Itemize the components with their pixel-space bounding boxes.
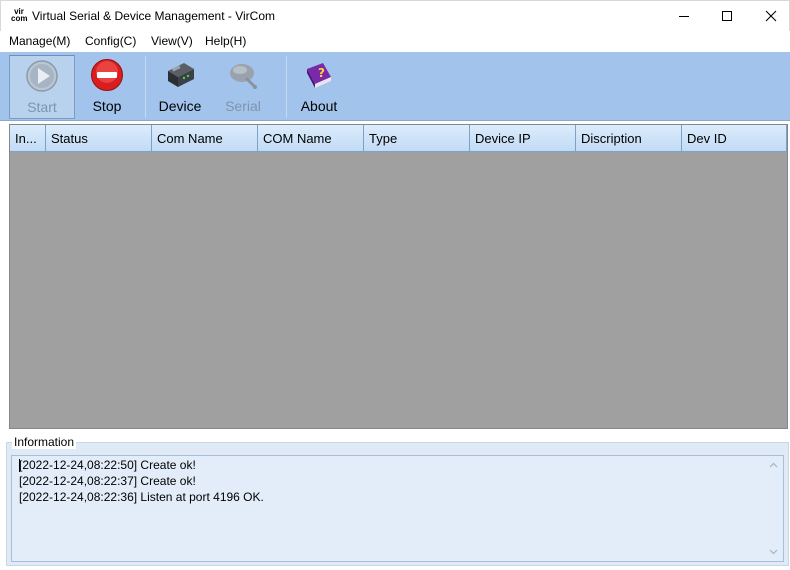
log-line: [2022-12-24,08:22:36] Listen at port 419… — [19, 490, 264, 504]
stop-label: Stop — [92, 98, 122, 114]
device-icon — [168, 63, 194, 87]
about-button[interactable]: ? About — [288, 55, 350, 119]
log-line: [2022-12-24,08:22:37] Create ok! — [19, 474, 196, 488]
toolbar: Start Stop Device Serial ? About — [0, 51, 790, 121]
toolbar-separator — [145, 56, 146, 118]
serial-button[interactable]: Serial — [212, 55, 274, 119]
window-title: Virtual Serial & Device Management - Vir… — [32, 9, 275, 23]
start-label: Start — [27, 99, 57, 115]
device-list[interactable]: In... Status Com Name COM Name Type Devi… — [9, 124, 788, 429]
menu-config[interactable]: Config(C) — [84, 33, 137, 49]
device-label: Device — [158, 98, 202, 114]
minimize-icon — [679, 16, 689, 17]
title-bar: vir com Virtual Serial & Device Managemen… — [0, 0, 790, 31]
column-description[interactable]: Discription — [576, 125, 682, 152]
play-icon — [26, 60, 58, 92]
scroll-up-icon[interactable] — [768, 460, 779, 471]
column-status[interactable]: Status — [46, 125, 152, 152]
about-book-icon: ? — [307, 63, 331, 88]
app-logo: vir com — [11, 7, 28, 23]
information-log[interactable]: [2022-12-24,08:22:50] Create ok! [2022-1… — [11, 455, 784, 562]
information-label: Information — [12, 435, 77, 449]
column-com-name-2[interactable]: COM Name — [258, 125, 364, 152]
serial-icon — [230, 64, 257, 89]
stop-button[interactable]: Stop — [76, 55, 138, 119]
menu-view[interactable]: View(V) — [150, 33, 194, 49]
maximize-icon — [722, 11, 732, 21]
about-label: About — [300, 98, 338, 114]
serial-label: Serial — [225, 98, 261, 114]
menu-help[interactable]: Help(H) — [204, 33, 247, 49]
table-header: In... Status Com Name COM Name Type Devi… — [10, 125, 787, 152]
scroll-down-icon[interactable] — [768, 546, 779, 557]
stop-icon — [91, 59, 123, 91]
svg-text:?: ? — [318, 66, 325, 80]
close-button[interactable] — [748, 1, 790, 31]
device-button[interactable]: Device — [149, 55, 211, 119]
toolbar-separator — [286, 56, 287, 118]
column-dev-id[interactable]: Dev ID — [682, 125, 787, 152]
close-icon — [765, 10, 777, 22]
column-device-ip[interactable]: Device IP — [470, 125, 576, 152]
log-scrollbar[interactable] — [765, 457, 782, 560]
log-line: [2022-12-24,08:22:50] Create ok! — [19, 458, 196, 472]
minimize-button[interactable] — [661, 1, 707, 31]
column-type[interactable]: Type — [364, 125, 470, 152]
maximize-button[interactable] — [704, 1, 750, 31]
menu-manage[interactable]: Manage(M) — [8, 33, 71, 49]
column-index[interactable]: In... — [10, 125, 46, 152]
column-com-name[interactable]: Com Name — [152, 125, 258, 152]
menu-bar: Manage(M) Config(C) View(V) Help(H) — [0, 31, 790, 51]
start-button[interactable]: Start — [9, 55, 75, 119]
